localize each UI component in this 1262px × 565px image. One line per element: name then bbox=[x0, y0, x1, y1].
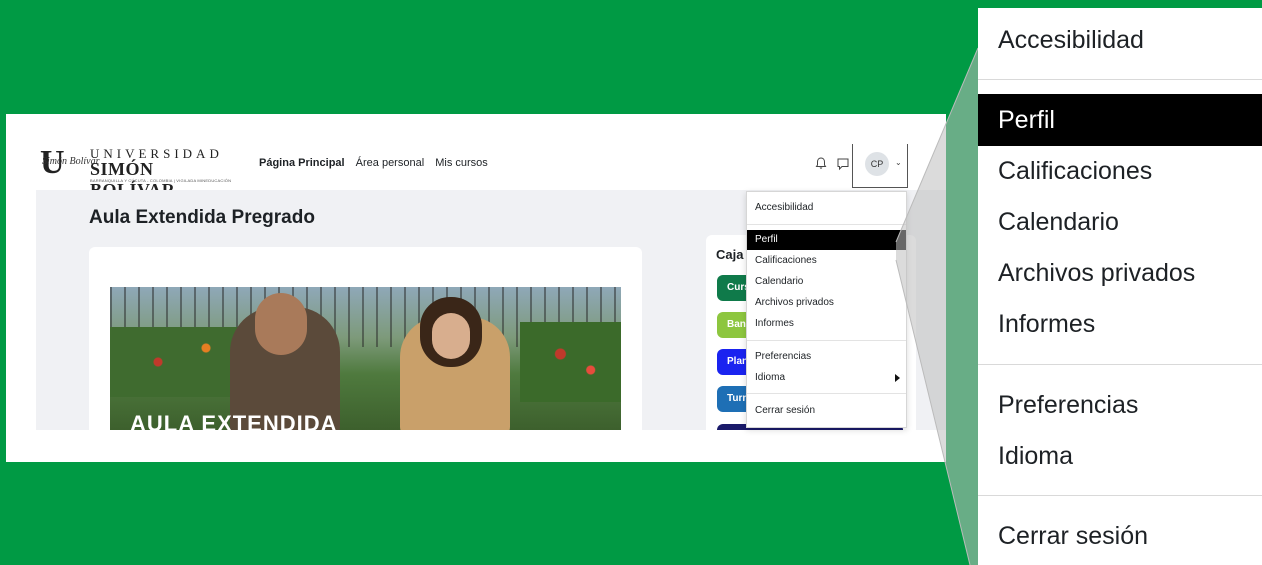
menu-item-private-files[interactable]: Archivos privados bbox=[747, 293, 906, 313]
screenshot-panel: U Simón Bolívar UNIVERSIDAD SIMÓN BOLÍVA… bbox=[6, 114, 946, 462]
menu-divider bbox=[747, 393, 906, 394]
user-dropdown-menu: Accesibilidad Perfil Calificaciones Cale… bbox=[746, 191, 907, 428]
university-logo[interactable]: U Simón Bolívar UNIVERSIDAD SIMÓN BOLÍVA… bbox=[40, 144, 240, 201]
chat-icon[interactable] bbox=[836, 157, 850, 171]
hero-image: AULA EXTENDIDA bbox=[110, 287, 621, 432]
menu-item-language[interactable]: Idioma bbox=[747, 368, 906, 388]
zoom-item-reports[interactable]: Informes bbox=[978, 298, 1262, 350]
caret-right-icon bbox=[895, 374, 900, 382]
menu-item-calendar[interactable]: Calendario bbox=[747, 272, 906, 292]
zoom-item-language[interactable]: Idioma bbox=[978, 430, 1262, 482]
nav-dashboard[interactable]: Área personal bbox=[356, 157, 425, 169]
avatar: CP bbox=[865, 152, 889, 176]
nav-home[interactable]: Página Principal bbox=[259, 157, 345, 169]
logo-line3: BARRANQUILLA Y CÚCUTA - COLOMBIA | VIGIL… bbox=[90, 178, 232, 183]
menu-divider bbox=[978, 79, 1262, 80]
nav-my-courses[interactable]: Mis cursos bbox=[435, 157, 488, 169]
zoom-item-profile[interactable]: Perfil bbox=[978, 94, 1262, 146]
zoomed-user-menu: Accesibilidad Perfil Calificaciones Cale… bbox=[978, 8, 1262, 565]
menu-item-grades[interactable]: Calificaciones bbox=[747, 251, 906, 271]
primary-nav: Página Principal Área personal Mis curso… bbox=[259, 157, 496, 169]
page-title: Aula Extendida Pregrado bbox=[89, 207, 315, 228]
zoom-item-preferences[interactable]: Preferencias bbox=[978, 379, 1262, 431]
zoom-item-grades[interactable]: Calificaciones bbox=[978, 145, 1262, 197]
menu-item-reports[interactable]: Informes bbox=[747, 314, 906, 334]
user-menu-toggle[interactable]: CP ⌄ bbox=[852, 144, 908, 188]
top-navbar: U Simón Bolívar UNIVERSIDAD SIMÓN BOLÍVA… bbox=[6, 114, 946, 201]
side-block-title: Caja bbox=[716, 247, 744, 262]
menu-item-accessibility[interactable]: Accesibilidad bbox=[747, 198, 906, 218]
menu-item-profile[interactable]: Perfil bbox=[747, 230, 906, 250]
zoom-item-accessibility[interactable]: Accesibilidad bbox=[978, 14, 1262, 66]
menu-item-preferences[interactable]: Preferencias bbox=[747, 347, 906, 367]
menu-item-logout[interactable]: Cerrar sesión bbox=[747, 401, 906, 421]
bell-icon[interactable] bbox=[814, 156, 828, 170]
menu-divider bbox=[747, 224, 906, 225]
hero-text: AULA EXTENDIDA bbox=[130, 411, 338, 432]
bottom-strip bbox=[36, 430, 946, 462]
zoom-item-calendar[interactable]: Calendario bbox=[978, 196, 1262, 248]
menu-divider bbox=[978, 495, 1262, 496]
chevron-down-icon: ⌄ bbox=[895, 158, 902, 167]
menu-divider bbox=[747, 340, 906, 341]
zoom-item-logout[interactable]: Cerrar sesión bbox=[978, 510, 1262, 562]
menu-item-language-label: Idioma bbox=[755, 372, 786, 383]
zoom-item-private-files[interactable]: Archivos privados bbox=[978, 247, 1262, 299]
menu-divider bbox=[978, 364, 1262, 365]
